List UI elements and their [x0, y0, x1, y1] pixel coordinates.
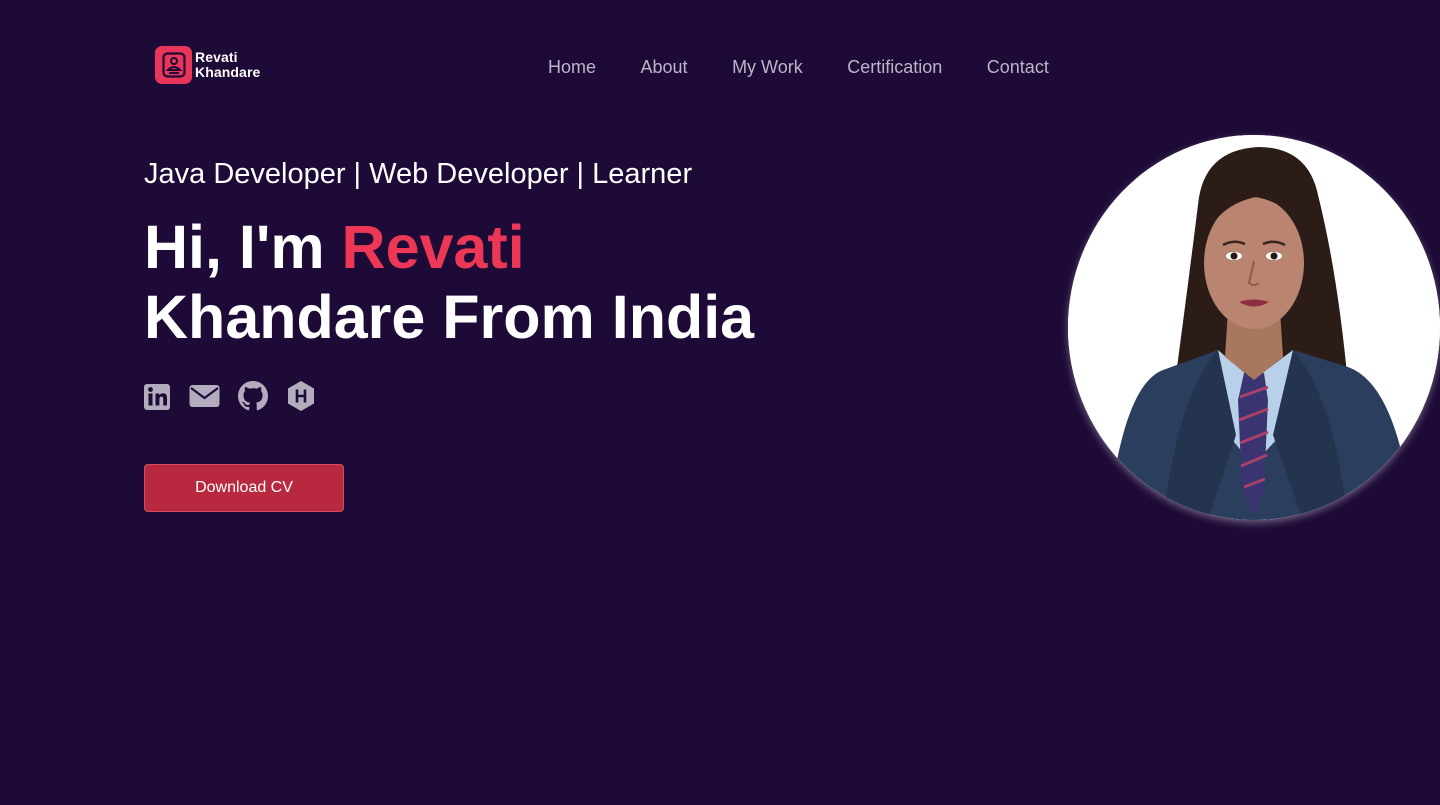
hashnode-link[interactable] — [286, 380, 316, 412]
nav-home[interactable]: Home — [548, 57, 596, 77]
hero-headline: Hi, I'm Revati Khandare From India — [144, 212, 754, 352]
logo-text: Revati Khandare — [195, 50, 260, 80]
nav-contact[interactable]: Contact — [987, 57, 1049, 77]
github-link[interactable] — [238, 381, 268, 411]
linkedin-link[interactable] — [143, 382, 171, 410]
social-links — [143, 380, 334, 412]
nav-about[interactable]: About — [641, 57, 688, 77]
linkedin-icon — [143, 382, 171, 410]
download-cv-button[interactable]: Download CV — [144, 464, 344, 512]
envelope-icon — [189, 384, 220, 408]
main-nav: Home About My Work Certification Contact — [548, 57, 1049, 77]
person-badge-icon — [155, 46, 192, 84]
hero-first-name: Revati — [341, 213, 525, 281]
email-link[interactable] — [189, 384, 220, 408]
nav-certification[interactable]: Certification — [847, 57, 942, 77]
hero-greeting: Hi, I'm — [144, 213, 325, 281]
github-icon — [238, 381, 268, 411]
hero-tagline: Java Developer | Web Developer | Learner — [144, 158, 693, 190]
hero-line-2: Khandare From India — [144, 283, 755, 351]
hashnode-icon — [286, 380, 316, 412]
logo-line-2: Khandare — [195, 64, 261, 80]
logo-line-1: Revati — [195, 49, 238, 65]
profile-photo — [1068, 135, 1440, 520]
logo[interactable]: Revati Khandare — [155, 46, 260, 84]
nav-my-work[interactable]: My Work — [732, 57, 803, 77]
